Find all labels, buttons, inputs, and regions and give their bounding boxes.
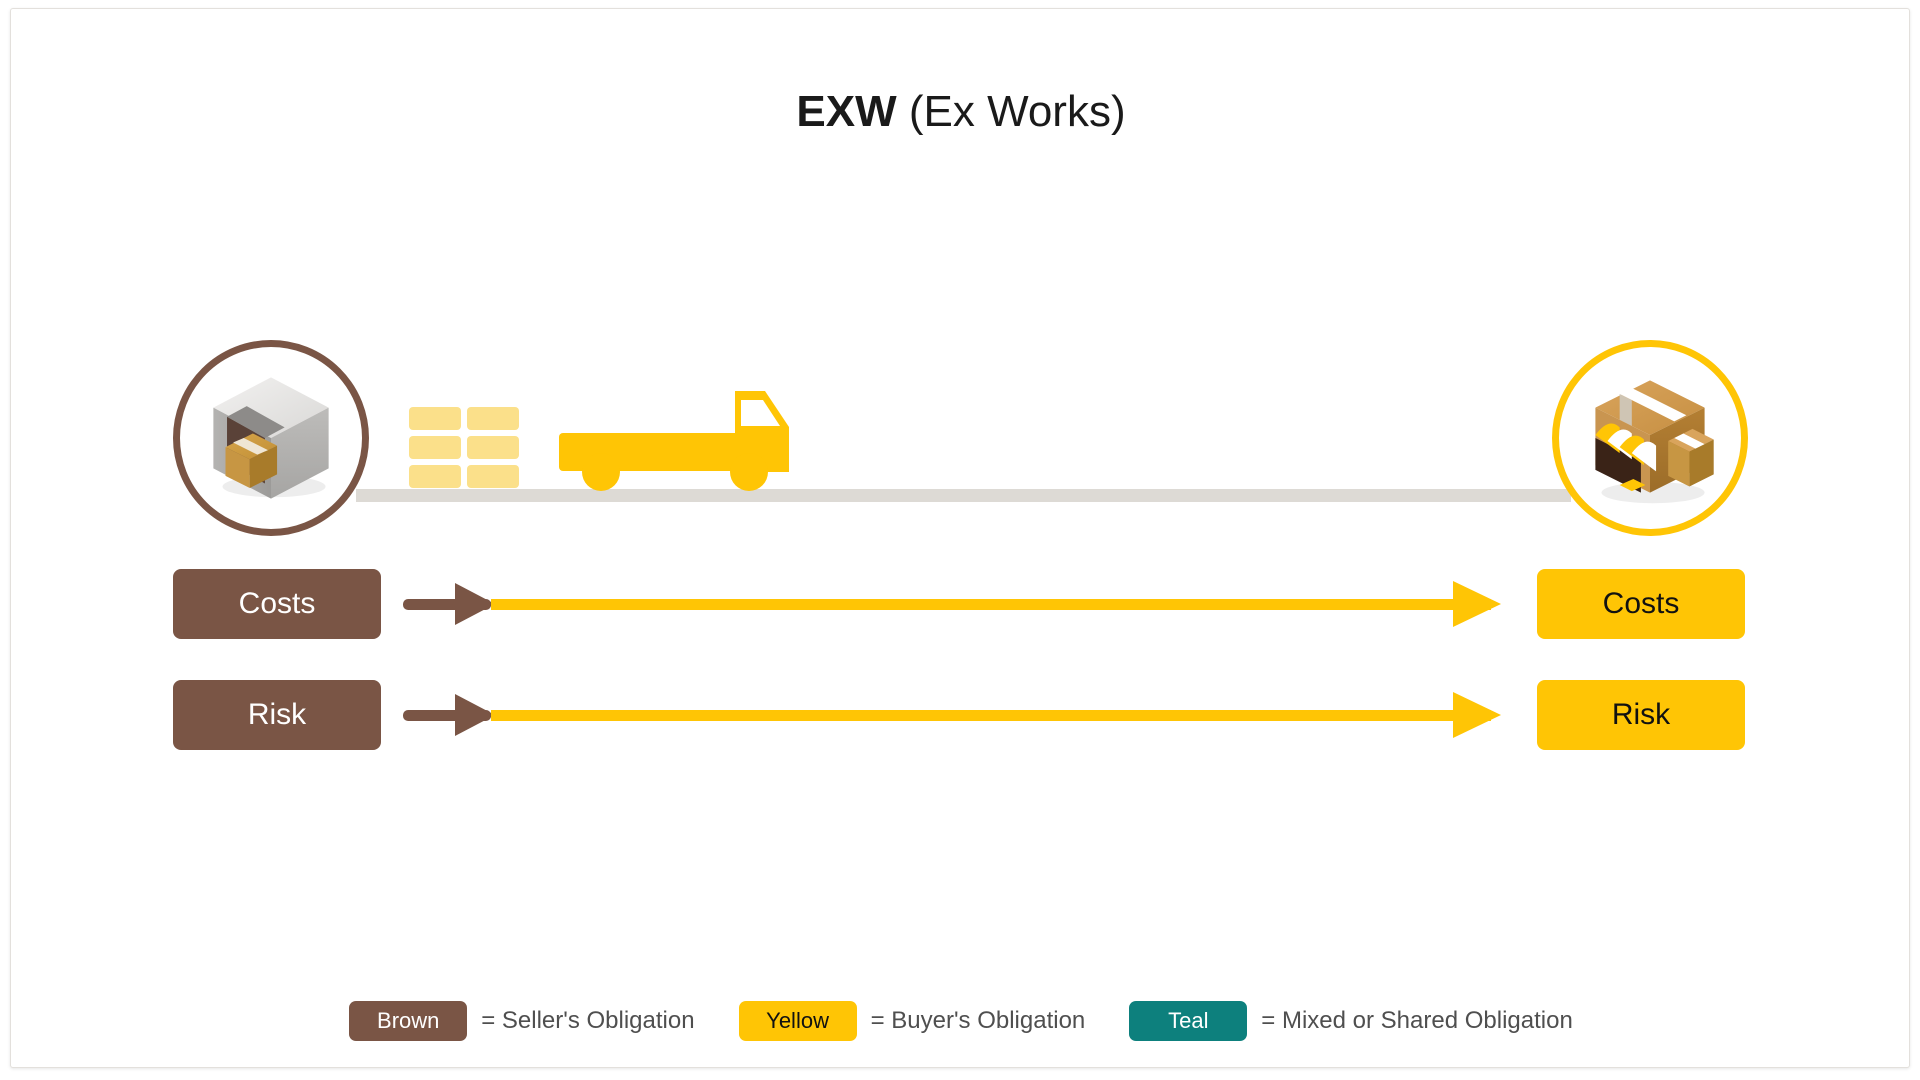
stacked-cargo-icon [409,407,519,488]
legend: Brown = Seller's Obligation Yellow = Buy… [11,1001,1909,1041]
infographic-card: EXW (Ex Works) Costs Costs Risk Risk Bro… [10,8,1910,1068]
transport-scene [11,9,1909,1067]
flatbed-truck-icon [559,391,789,491]
legend-item-brown: Brown = Seller's Obligation [349,1001,695,1041]
legend-swatch-brown: Brown [349,1001,468,1041]
destination-node [1552,340,1748,536]
legend-swatch-brown-label: Brown [377,1008,440,1033]
legend-swatch-teal-label: Teal [1168,1008,1209,1033]
legend-swatch-yellow-label: Yellow [766,1008,829,1033]
obligation-row-costs: Costs Costs [11,569,1909,639]
warehouse-icon [213,377,329,499]
storefront-icon [1595,380,1714,504]
legend-swatch-teal: Teal [1129,1001,1248,1041]
ground-line [356,489,1571,502]
risk-transfer-arrow [403,692,1501,738]
origin-node [173,340,369,536]
costs-seller-chip: Costs [173,569,381,639]
costs-seller-label: Costs [238,587,316,620]
legend-description-brown: = Seller's Obligation [481,1007,695,1034]
legend-item-yellow: Yellow = Buyer's Obligation [738,1001,1086,1041]
legend-swatch-yellow: Yellow [738,1001,857,1041]
risk-seller-chip: Risk [173,680,381,750]
legend-description-teal: = Mixed or Shared Obligation [1261,1007,1573,1034]
legend-description-yellow: = Buyer's Obligation [870,1007,1086,1034]
costs-buyer-chip: Costs [1537,569,1745,639]
obligation-row-risk: Risk Risk [11,680,1909,750]
costs-transfer-arrow [403,581,1501,627]
costs-buyer-label: Costs [1602,587,1680,620]
risk-buyer-label: Risk [1611,698,1671,731]
risk-buyer-chip: Risk [1537,680,1745,750]
risk-seller-label: Risk [247,698,307,731]
legend-item-teal: Teal = Mixed or Shared Obligation [1129,1001,1573,1041]
